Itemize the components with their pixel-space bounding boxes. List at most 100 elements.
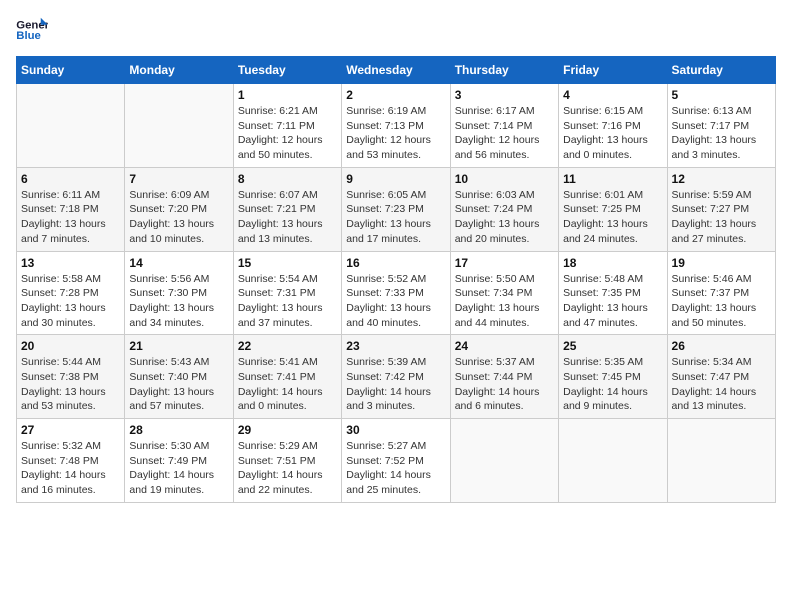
calendar-cell: 1 Sunrise: 6:21 AM Sunset: 7:11 PM Daylig… <box>233 84 341 168</box>
day-number: 28 <box>129 423 228 437</box>
day-detail: Sunrise: 5:37 AM Sunset: 7:44 PM Dayligh… <box>455 355 554 414</box>
weekday-monday: Monday <box>125 57 233 84</box>
weekday-thursday: Thursday <box>450 57 558 84</box>
day-number: 13 <box>21 256 120 270</box>
svg-text:Blue: Blue <box>16 30 41 42</box>
calendar-cell: 19 Sunrise: 5:46 AM Sunset: 7:37 PM Dayli… <box>667 251 775 335</box>
day-number: 21 <box>129 339 228 353</box>
calendar-cell <box>450 419 558 503</box>
weekday-saturday: Saturday <box>667 57 775 84</box>
calendar-cell: 17 Sunrise: 5:50 AM Sunset: 7:34 PM Dayli… <box>450 251 558 335</box>
day-number: 20 <box>21 339 120 353</box>
day-number: 3 <box>455 88 554 102</box>
day-number: 1 <box>238 88 337 102</box>
calendar-week-5: 27 Sunrise: 5:32 AM Sunset: 7:48 PM Dayli… <box>17 419 776 503</box>
calendar-cell: 14 Sunrise: 5:56 AM Sunset: 7:30 PM Dayli… <box>125 251 233 335</box>
day-number: 6 <box>21 172 120 186</box>
logo-icon: General Blue <box>16 16 48 44</box>
calendar-cell: 10 Sunrise: 6:03 AM Sunset: 7:24 PM Dayli… <box>450 167 558 251</box>
calendar-cell: 22Sunrise: 5:41 AM Sunset: 7:41 PM Dayli… <box>233 335 341 419</box>
day-number: 26 <box>672 339 771 353</box>
day-number: 14 <box>129 256 228 270</box>
day-number: 7 <box>129 172 228 186</box>
calendar-cell <box>125 84 233 168</box>
calendar-cell: 20 Sunrise: 5:44 AM Sunset: 7:38 PM Dayli… <box>17 335 125 419</box>
calendar-cell: 30Sunrise: 5:27 AM Sunset: 7:52 PM Dayli… <box>342 419 450 503</box>
day-detail: Sunrise: 5:43 AM Sunset: 7:40 PM Dayligh… <box>129 355 228 414</box>
calendar-cell: 28 Sunrise: 5:30 AM Sunset: 7:49 PM Dayli… <box>125 419 233 503</box>
day-detail: Sunrise: 6:11 AM Sunset: 7:18 PM Dayligh… <box>21 188 120 247</box>
calendar-cell <box>17 84 125 168</box>
calendar-cell: 4 Sunrise: 6:15 AM Sunset: 7:16 PM Daylig… <box>559 84 667 168</box>
weekday-tuesday: Tuesday <box>233 57 341 84</box>
calendar-cell: 23Sunrise: 5:39 AM Sunset: 7:42 PM Dayli… <box>342 335 450 419</box>
calendar-week-2: 6 Sunrise: 6:11 AM Sunset: 7:18 PM Daylig… <box>17 167 776 251</box>
day-number: 19 <box>672 256 771 270</box>
day-number: 30 <box>346 423 445 437</box>
day-number: 23 <box>346 339 445 353</box>
calendar-cell: 27 Sunrise: 5:32 AM Sunset: 7:48 PM Dayli… <box>17 419 125 503</box>
calendar-cell: 11 Sunrise: 6:01 AM Sunset: 7:25 PM Dayli… <box>559 167 667 251</box>
day-detail: Sunrise: 5:59 AM Sunset: 7:27 PM Dayligh… <box>672 188 771 247</box>
day-detail: Sunrise: 5:50 AM Sunset: 7:34 PM Dayligh… <box>455 272 554 331</box>
day-number: 27 <box>21 423 120 437</box>
calendar-cell <box>559 419 667 503</box>
calendar-week-1: 1 Sunrise: 6:21 AM Sunset: 7:11 PM Daylig… <box>17 84 776 168</box>
day-number: 18 <box>563 256 662 270</box>
day-number: 25 <box>563 339 662 353</box>
day-detail: Sunrise: 6:01 AM Sunset: 7:25 PM Dayligh… <box>563 188 662 247</box>
calendar-cell: 9Sunrise: 6:05 AM Sunset: 7:23 PM Daylig… <box>342 167 450 251</box>
day-detail: Sunrise: 6:17 AM Sunset: 7:14 PM Dayligh… <box>455 104 554 163</box>
weekday-header-row: SundayMondayTuesdayWednesdayThursdayFrid… <box>17 57 776 84</box>
day-detail: Sunrise: 5:30 AM Sunset: 7:49 PM Dayligh… <box>129 439 228 498</box>
page-header: General Blue <box>16 16 776 44</box>
day-detail: Sunrise: 5:44 AM Sunset: 7:38 PM Dayligh… <box>21 355 120 414</box>
weekday-friday: Friday <box>559 57 667 84</box>
calendar-week-3: 13 Sunrise: 5:58 AM Sunset: 7:28 PM Dayli… <box>17 251 776 335</box>
calendar-cell: 2 Sunrise: 6:19 AM Sunset: 7:13 PM Daylig… <box>342 84 450 168</box>
calendar-cell: 29Sunrise: 5:29 AM Sunset: 7:51 PM Dayli… <box>233 419 341 503</box>
day-detail: Sunrise: 5:54 AM Sunset: 7:31 PM Dayligh… <box>238 272 337 331</box>
calendar-cell: 24Sunrise: 5:37 AM Sunset: 7:44 PM Dayli… <box>450 335 558 419</box>
day-number: 11 <box>563 172 662 186</box>
day-number: 12 <box>672 172 771 186</box>
day-detail: Sunrise: 5:58 AM Sunset: 7:28 PM Dayligh… <box>21 272 120 331</box>
day-detail: Sunrise: 6:21 AM Sunset: 7:11 PM Dayligh… <box>238 104 337 163</box>
calendar-cell: 8 Sunrise: 6:07 AM Sunset: 7:21 PM Daylig… <box>233 167 341 251</box>
day-number: 22 <box>238 339 337 353</box>
day-number: 29 <box>238 423 337 437</box>
day-detail: Sunrise: 5:35 AM Sunset: 7:45 PM Dayligh… <box>563 355 662 414</box>
calendar-cell: 21 Sunrise: 5:43 AM Sunset: 7:40 PM Dayli… <box>125 335 233 419</box>
calendar-table: SundayMondayTuesdayWednesdayThursdayFrid… <box>16 56 776 503</box>
calendar-cell <box>667 419 775 503</box>
day-detail: Sunrise: 6:19 AM Sunset: 7:13 PM Dayligh… <box>346 104 445 163</box>
day-number: 2 <box>346 88 445 102</box>
day-number: 4 <box>563 88 662 102</box>
day-detail: Sunrise: 6:15 AM Sunset: 7:16 PM Dayligh… <box>563 104 662 163</box>
day-detail: Sunrise: 6:05 AM Sunset: 7:23 PM Dayligh… <box>346 188 445 247</box>
calendar-cell: 6 Sunrise: 6:11 AM Sunset: 7:18 PM Daylig… <box>17 167 125 251</box>
calendar-cell: 5Sunrise: 6:13 AM Sunset: 7:17 PM Daylig… <box>667 84 775 168</box>
calendar-cell: 13 Sunrise: 5:58 AM Sunset: 7:28 PM Dayli… <box>17 251 125 335</box>
day-detail: Sunrise: 5:32 AM Sunset: 7:48 PM Dayligh… <box>21 439 120 498</box>
day-number: 8 <box>238 172 337 186</box>
calendar-cell: 16Sunrise: 5:52 AM Sunset: 7:33 PM Dayli… <box>342 251 450 335</box>
day-detail: Sunrise: 6:03 AM Sunset: 7:24 PM Dayligh… <box>455 188 554 247</box>
calendar-cell: 15Sunrise: 5:54 AM Sunset: 7:31 PM Dayli… <box>233 251 341 335</box>
day-number: 10 <box>455 172 554 186</box>
day-detail: Sunrise: 5:48 AM Sunset: 7:35 PM Dayligh… <box>563 272 662 331</box>
calendar-cell: 26 Sunrise: 5:34 AM Sunset: 7:47 PM Dayli… <box>667 335 775 419</box>
day-detail: Sunrise: 6:09 AM Sunset: 7:20 PM Dayligh… <box>129 188 228 247</box>
weekday-wednesday: Wednesday <box>342 57 450 84</box>
calendar-cell: 18 Sunrise: 5:48 AM Sunset: 7:35 PM Dayli… <box>559 251 667 335</box>
calendar-cell: 7 Sunrise: 6:09 AM Sunset: 7:20 PM Daylig… <box>125 167 233 251</box>
day-detail: Sunrise: 5:34 AM Sunset: 7:47 PM Dayligh… <box>672 355 771 414</box>
day-number: 17 <box>455 256 554 270</box>
calendar-cell: 25 Sunrise: 5:35 AM Sunset: 7:45 PM Dayli… <box>559 335 667 419</box>
day-detail: Sunrise: 6:07 AM Sunset: 7:21 PM Dayligh… <box>238 188 337 247</box>
calendar-cell: 12 Sunrise: 5:59 AM Sunset: 7:27 PM Dayli… <box>667 167 775 251</box>
day-detail: Sunrise: 5:52 AM Sunset: 7:33 PM Dayligh… <box>346 272 445 331</box>
day-detail: Sunrise: 5:56 AM Sunset: 7:30 PM Dayligh… <box>129 272 228 331</box>
logo: General Blue <box>16 16 48 44</box>
day-detail: Sunrise: 5:46 AM Sunset: 7:37 PM Dayligh… <box>672 272 771 331</box>
